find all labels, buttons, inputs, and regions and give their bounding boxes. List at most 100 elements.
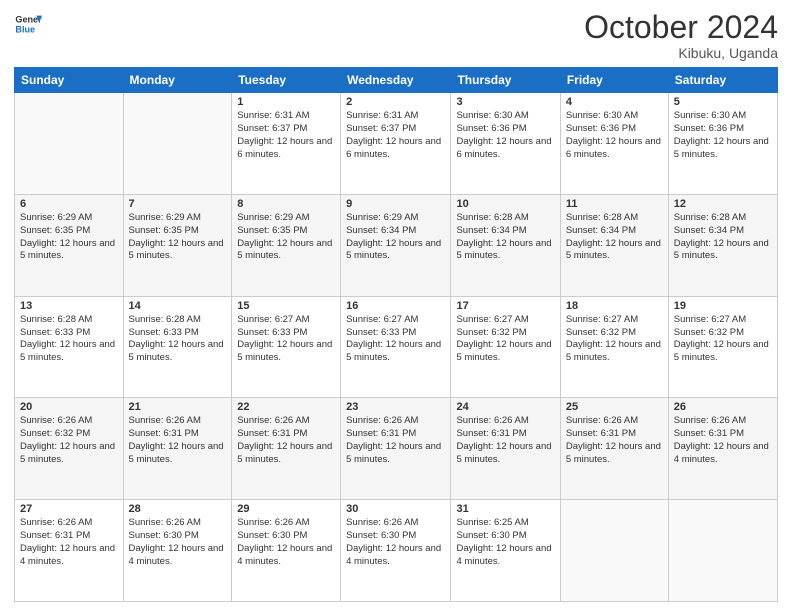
logo: General Blue bbox=[14, 10, 42, 38]
calendar-cell bbox=[560, 500, 668, 602]
col-monday: Monday bbox=[123, 68, 232, 93]
day-info: Sunrise: 6:28 AMSunset: 6:34 PMDaylight:… bbox=[566, 212, 663, 263]
day-number: 13 bbox=[20, 300, 118, 312]
day-number: 25 bbox=[566, 401, 663, 413]
calendar-cell: 13 Sunrise: 6:28 AMSunset: 6:33 PMDayligh… bbox=[15, 296, 124, 398]
day-info: Sunrise: 6:27 AMSunset: 6:32 PMDaylight:… bbox=[456, 314, 554, 365]
calendar-cell: 27Sunrise: 6:26 AMSunset: 6:31 PMDayligh… bbox=[15, 500, 124, 602]
day-info: Sunrise: 6:30 AMSunset: 6:36 PMDaylight:… bbox=[456, 110, 554, 161]
calendar-cell: 19 Sunrise: 6:27 AMSunset: 6:32 PMDayligh… bbox=[668, 296, 777, 398]
logo-icon: General Blue bbox=[14, 10, 42, 38]
calendar-cell: 22Sunrise: 6:26 AMSunset: 6:31 PMDayligh… bbox=[232, 398, 341, 500]
calendar-cell: 17 Sunrise: 6:27 AMSunset: 6:32 PMDayligh… bbox=[451, 296, 560, 398]
day-number: 29 bbox=[237, 503, 335, 515]
svg-text:Blue: Blue bbox=[15, 24, 35, 34]
week-row-4: 20 Sunrise: 6:26 AMSunset: 6:32 PMDayligh… bbox=[15, 398, 778, 500]
calendar-cell: 28Sunrise: 6:26 AMSunset: 6:30 PMDayligh… bbox=[123, 500, 232, 602]
calendar-cell: 9 Sunrise: 6:29 AMSunset: 6:34 PMDaylight… bbox=[341, 194, 451, 296]
day-info: Sunrise: 6:27 AMSunset: 6:33 PMDaylight:… bbox=[237, 314, 335, 365]
day-info: Sunrise: 6:28 AMSunset: 6:33 PMDaylight:… bbox=[20, 314, 118, 365]
week-row-5: 27Sunrise: 6:26 AMSunset: 6:31 PMDayligh… bbox=[15, 500, 778, 602]
day-number: 9 bbox=[346, 198, 445, 210]
day-info: Sunrise: 6:27 AMSunset: 6:33 PMDaylight:… bbox=[346, 314, 445, 365]
day-info: Sunrise: 6:28 AMSunset: 6:33 PMDaylight:… bbox=[129, 314, 227, 365]
calendar-cell: 29Sunrise: 6:26 AMSunset: 6:30 PMDayligh… bbox=[232, 500, 341, 602]
calendar-cell: 14 Sunrise: 6:28 AMSunset: 6:33 PMDayligh… bbox=[123, 296, 232, 398]
calendar-cell: 7 Sunrise: 6:29 AMSunset: 6:35 PMDaylight… bbox=[123, 194, 232, 296]
calendar-cell: 16 Sunrise: 6:27 AMSunset: 6:33 PMDayligh… bbox=[341, 296, 451, 398]
day-info: Sunrise: 6:31 AMSunset: 6:37 PMDaylight:… bbox=[237, 110, 335, 161]
calendar-cell: 1 Sunrise: 6:31 AMSunset: 6:37 PMDaylight… bbox=[232, 93, 341, 195]
day-number: 16 bbox=[346, 300, 445, 312]
location: Kibuku, Uganda bbox=[584, 45, 778, 61]
day-number: 12 bbox=[674, 198, 772, 210]
week-row-2: 6 Sunrise: 6:29 AMSunset: 6:35 PMDaylight… bbox=[15, 194, 778, 296]
day-info: Sunrise: 6:26 AMSunset: 6:31 PMDaylight:… bbox=[566, 415, 663, 466]
day-number: 26 bbox=[674, 401, 772, 413]
calendar-cell bbox=[15, 93, 124, 195]
day-info: Sunrise: 6:30 AMSunset: 6:36 PMDaylight:… bbox=[566, 110, 663, 161]
day-info: Sunrise: 6:26 AMSunset: 6:31 PMDaylight:… bbox=[237, 415, 335, 466]
col-sunday: Sunday bbox=[15, 68, 124, 93]
day-info: Sunrise: 6:29 AMSunset: 6:34 PMDaylight:… bbox=[346, 212, 445, 263]
day-number: 19 bbox=[674, 300, 772, 312]
calendar-cell bbox=[123, 93, 232, 195]
calendar-cell: 31 Sunrise: 6:25 AMSunset: 6:30 PMDayligh… bbox=[451, 500, 560, 602]
day-info: Sunrise: 6:27 AMSunset: 6:32 PMDaylight:… bbox=[674, 314, 772, 365]
calendar-cell: 15 Sunrise: 6:27 AMSunset: 6:33 PMDayligh… bbox=[232, 296, 341, 398]
title-block: October 2024 Kibuku, Uganda bbox=[584, 10, 778, 61]
day-info: Sunrise: 6:28 AMSunset: 6:34 PMDaylight:… bbox=[674, 212, 772, 263]
day-number: 24 bbox=[456, 401, 554, 413]
day-number: 21 bbox=[129, 401, 227, 413]
calendar-cell: 21Sunrise: 6:26 AMSunset: 6:31 PMDayligh… bbox=[123, 398, 232, 500]
calendar-cell: 25 Sunrise: 6:26 AMSunset: 6:31 PMDayligh… bbox=[560, 398, 668, 500]
col-saturday: Saturday bbox=[668, 68, 777, 93]
day-number: 2 bbox=[346, 96, 445, 108]
day-info: Sunrise: 6:26 AMSunset: 6:31 PMDaylight:… bbox=[346, 415, 445, 466]
day-number: 10 bbox=[456, 198, 554, 210]
day-info: Sunrise: 6:26 AMSunset: 6:31 PMDaylight:… bbox=[20, 517, 118, 568]
day-number: 4 bbox=[566, 96, 663, 108]
calendar-cell: 18Sunrise: 6:27 AMSunset: 6:32 PMDayligh… bbox=[560, 296, 668, 398]
calendar-cell: 26Sunrise: 6:26 AMSunset: 6:31 PMDayligh… bbox=[668, 398, 777, 500]
day-number: 31 bbox=[456, 503, 554, 515]
day-number: 23 bbox=[346, 401, 445, 413]
day-info: Sunrise: 6:29 AMSunset: 6:35 PMDaylight:… bbox=[20, 212, 118, 263]
page: General Blue October 2024 Kibuku, Uganda… bbox=[0, 0, 792, 612]
month-title: October 2024 bbox=[584, 10, 778, 45]
day-info: Sunrise: 6:25 AMSunset: 6:30 PMDaylight:… bbox=[456, 517, 554, 568]
day-number: 3 bbox=[456, 96, 554, 108]
day-info: Sunrise: 6:26 AMSunset: 6:30 PMDaylight:… bbox=[346, 517, 445, 568]
calendar-cell bbox=[668, 500, 777, 602]
day-number: 20 bbox=[20, 401, 118, 413]
calendar-cell: 20 Sunrise: 6:26 AMSunset: 6:32 PMDayligh… bbox=[15, 398, 124, 500]
calendar-cell: 4 Sunrise: 6:30 AMSunset: 6:36 PMDaylight… bbox=[560, 93, 668, 195]
day-info: Sunrise: 6:30 AMSunset: 6:36 PMDaylight:… bbox=[674, 110, 772, 161]
col-tuesday: Tuesday bbox=[232, 68, 341, 93]
day-number: 8 bbox=[237, 198, 335, 210]
col-thursday: Thursday bbox=[451, 68, 560, 93]
day-number: 5 bbox=[674, 96, 772, 108]
calendar-cell: 3 Sunrise: 6:30 AMSunset: 6:36 PMDaylight… bbox=[451, 93, 560, 195]
day-info: Sunrise: 6:31 AMSunset: 6:37 PMDaylight:… bbox=[346, 110, 445, 161]
day-number: 7 bbox=[129, 198, 227, 210]
calendar-cell: 12 Sunrise: 6:28 AMSunset: 6:34 PMDayligh… bbox=[668, 194, 777, 296]
col-friday: Friday bbox=[560, 68, 668, 93]
day-number: 17 bbox=[456, 300, 554, 312]
day-number: 14 bbox=[129, 300, 227, 312]
calendar-cell: 5 Sunrise: 6:30 AMSunset: 6:36 PMDaylight… bbox=[668, 93, 777, 195]
header-row: Sunday Monday Tuesday Wednesday Thursday… bbox=[15, 68, 778, 93]
day-number: 1 bbox=[237, 96, 335, 108]
day-number: 28 bbox=[129, 503, 227, 515]
day-info: Sunrise: 6:29 AMSunset: 6:35 PMDaylight:… bbox=[237, 212, 335, 263]
calendar-cell: 6 Sunrise: 6:29 AMSunset: 6:35 PMDaylight… bbox=[15, 194, 124, 296]
day-info: Sunrise: 6:26 AMSunset: 6:32 PMDaylight:… bbox=[20, 415, 118, 466]
calendar-cell: 24Sunrise: 6:26 AMSunset: 6:31 PMDayligh… bbox=[451, 398, 560, 500]
col-wednesday: Wednesday bbox=[341, 68, 451, 93]
calendar-cell: 10Sunrise: 6:28 AMSunset: 6:34 PMDayligh… bbox=[451, 194, 560, 296]
day-info: Sunrise: 6:29 AMSunset: 6:35 PMDaylight:… bbox=[129, 212, 227, 263]
day-info: Sunrise: 6:27 AMSunset: 6:32 PMDaylight:… bbox=[566, 314, 663, 365]
calendar-cell: 23 Sunrise: 6:26 AMSunset: 6:31 PMDayligh… bbox=[341, 398, 451, 500]
day-number: 6 bbox=[20, 198, 118, 210]
day-number: 15 bbox=[237, 300, 335, 312]
